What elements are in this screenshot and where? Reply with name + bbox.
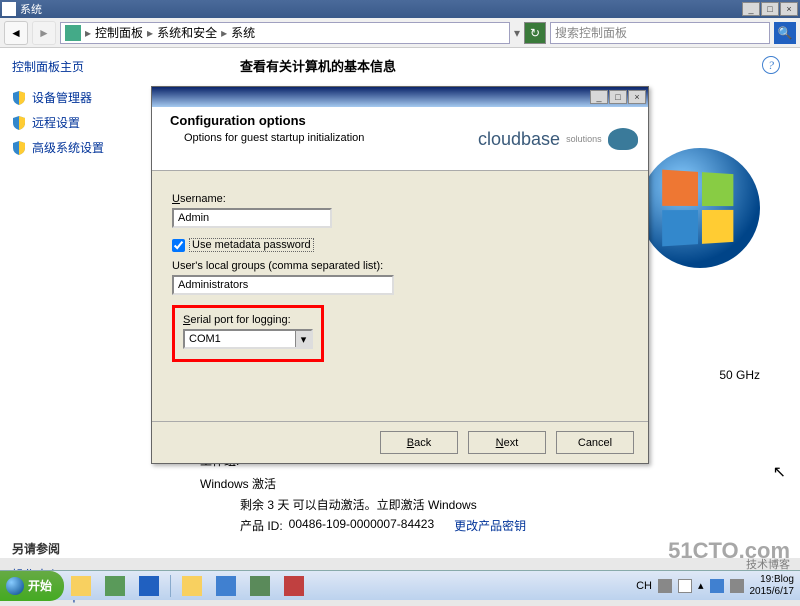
serial-port-value: COM1 [189,333,221,345]
dialog-titlebar: _ □ × [152,87,648,107]
start-button[interactable]: 开始 [0,571,64,601]
highlighted-section: Serial port for logging: COM1 ▾ [172,305,324,362]
tray-network-icon[interactable] [710,579,724,593]
sidebar-item-device-manager[interactable]: 设备管理器 [12,85,148,110]
language-indicator[interactable]: CH [636,580,652,592]
sidebar-item-label: 高级系统设置 [32,139,104,156]
search-icon[interactable]: 🔍 [774,22,796,44]
taskbar-explorer[interactable] [65,574,97,598]
sidebar-item-label: 设备管理器 [32,89,92,106]
metadata-password-checkbox[interactable] [172,239,185,252]
see-also-heading: 另请参阅 [12,540,148,557]
shield-icon [12,91,26,105]
product-id-value: 00486-109-0000007-84423 [289,517,434,534]
cpu-freq: 50 GHz [719,368,760,382]
dropdown-arrow-icon[interactable]: ▾ [295,331,311,347]
taskbar-powershell[interactable] [133,574,165,598]
maximize-button[interactable]: □ [761,2,779,16]
sidebar-item-remote[interactable]: 远程设置 [12,110,148,135]
breadcrumb-item[interactable]: 系统和安全 [157,24,217,41]
sidebar-item-advanced[interactable]: 高级系统设置 [12,135,148,160]
tray-action-icon[interactable] [678,579,692,593]
back-button[interactable]: Back [380,431,458,454]
dialog-minimize-button[interactable]: _ [590,90,608,104]
tray-sound-icon[interactable] [730,579,744,593]
groups-input[interactable] [172,275,394,295]
groups-label: User's local groups (comma separated lis… [172,260,628,272]
serial-label: Serial port for logging: [183,314,313,326]
shield-icon [12,116,26,130]
refresh-button[interactable]: ↻ [524,22,546,44]
tray-keyboard-icon[interactable] [658,579,672,593]
close-button[interactable]: × [780,2,798,16]
minimize-button[interactable]: _ [742,2,760,16]
window-title: 系统 [20,1,742,17]
next-button[interactable]: Next [468,431,546,454]
search-input[interactable]: 搜索控制面板 [550,22,770,44]
breadcrumb-item[interactable]: 系统 [231,24,255,41]
sidebar-heading[interactable]: 控制面板主页 [12,58,148,75]
back-button[interactable]: ◄ [4,21,28,45]
taskbar-folder[interactable] [176,574,208,598]
taskbar: 开始 CH ▴ 19:Blog 2015/6/17 [0,570,800,600]
sidebar: 控制面板主页 设备管理器 远程设置 高级系统设置 另请参阅 操作中心 Windo… [0,48,160,558]
start-orb-icon [6,577,24,595]
activation-heading: Windows 激活 [200,475,276,492]
dialog-maximize-button[interactable]: □ [609,90,627,104]
help-icon[interactable]: ? [762,56,780,74]
clock[interactable]: 19:Blog 2015/6/17 [750,574,795,598]
taskbar-server-manager[interactable] [210,574,242,598]
computer-icon [65,25,81,41]
dialog-close-button[interactable]: × [628,90,646,104]
config-dialog: _ □ × Configuration options Options for … [151,86,649,464]
metadata-password-label: Use metadata password [189,238,314,252]
cloud-icon [608,128,638,150]
tray-up-icon[interactable]: ▴ [698,579,704,592]
product-id-label: 产品 ID: [240,517,283,534]
activation-text: 剩余 3 天 可以自动激活。立即激活 Windows [240,496,477,513]
cloudbase-logo: cloudbase solutions [478,115,638,163]
search-placeholder: 搜索控制面板 [555,24,627,41]
change-key-link[interactable]: 更改产品密钥 [454,517,526,534]
sidebar-item-label: 远程设置 [32,114,80,131]
page-title: 查看有关计算机的基本信息 [240,56,780,75]
app-icon [2,2,16,16]
navigation-bar: ◄ ► ▸ 控制面板 ▸ 系统和安全 ▸ 系统 ▾ ↻ 搜索控制面板 🔍 [0,18,800,48]
username-input[interactable] [172,208,332,228]
serial-port-combo[interactable]: COM1 ▾ [183,329,313,349]
cancel-button[interactable]: Cancel [556,431,634,454]
window-titlebar: 系统 _ □ × [0,0,800,18]
taskbar-installer[interactable] [278,574,310,598]
breadcrumb-item[interactable]: 控制面板 [95,24,143,41]
dropdown-icon[interactable]: ▾ [514,26,520,40]
cursor-icon: ↖ [773,462,786,482]
taskbar-libraries[interactable] [99,574,131,598]
dialog-banner: Configuration options Options for guest … [152,107,648,171]
shield-icon [12,141,26,155]
username-label: Username: [172,193,628,205]
windows-logo [640,148,760,268]
breadcrumb[interactable]: ▸ 控制面板 ▸ 系统和安全 ▸ 系统 [60,22,510,44]
taskbar-system[interactable] [244,574,276,598]
forward-button[interactable]: ► [32,21,56,45]
